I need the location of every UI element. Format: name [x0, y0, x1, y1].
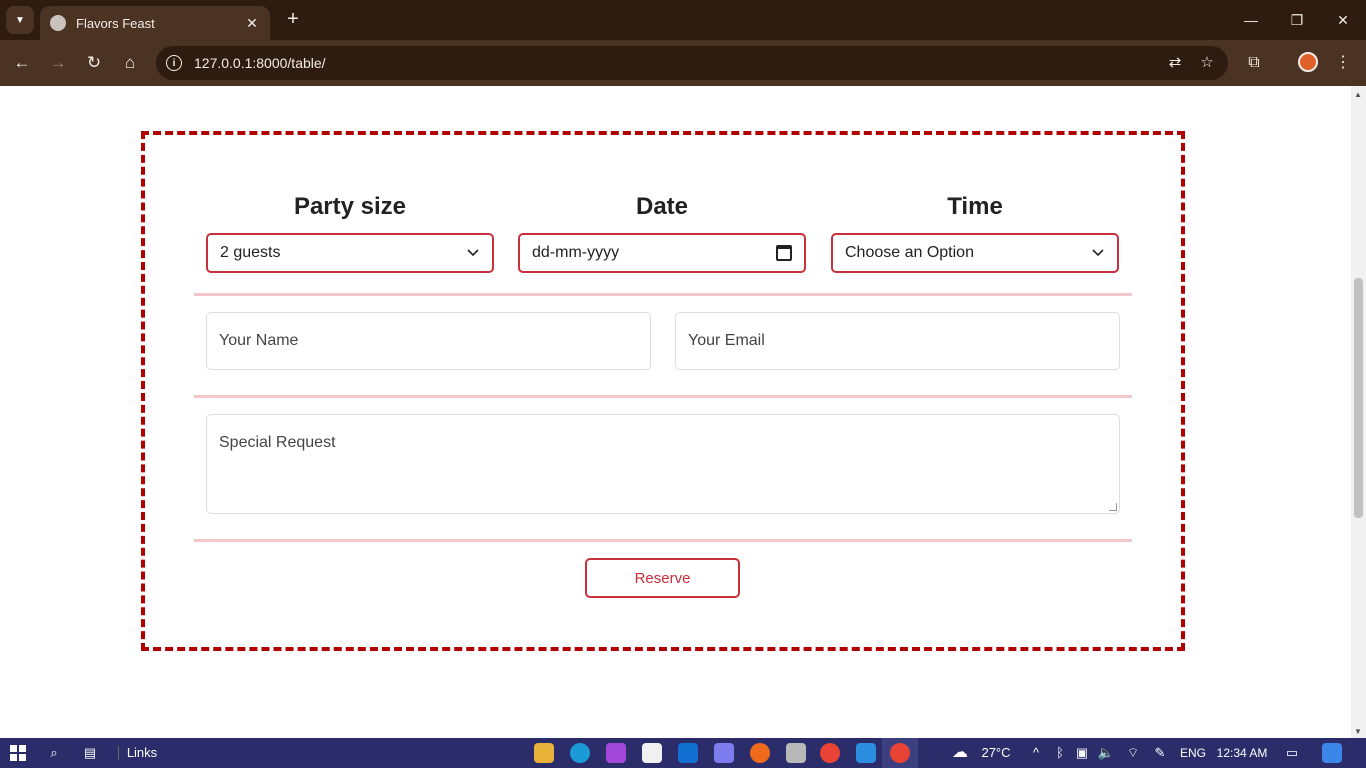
divider	[194, 395, 1132, 398]
time-select[interactable]: Choose an Option	[831, 233, 1119, 273]
browser-toolbar: ← → ↻ ⌂ i 127.0.0.1:8000/table/ ⇄ ☆ ⧉ ⋮	[0, 40, 1366, 86]
special-request-textarea[interactable]: Special Request	[206, 414, 1120, 514]
profile-icon[interactable]	[1298, 52, 1318, 72]
database-icon[interactable]	[786, 743, 806, 763]
reservation-form: Party size 2 guests Date dd-mm-yyyy Time…	[141, 131, 1185, 651]
globe-icon	[50, 15, 66, 31]
menu-icon[interactable]: ⋮	[1331, 51, 1355, 75]
party-size-value: 2 guests	[220, 244, 281, 261]
divider	[194, 539, 1132, 542]
translate-icon[interactable]: ⇄	[1164, 52, 1186, 74]
tab-title: Flavors Feast	[76, 15, 155, 31]
wifi-icon[interactable]: ⌔	[1124, 742, 1142, 764]
party-size-select[interactable]: 2 guests	[206, 233, 494, 273]
firefox-icon[interactable]	[750, 743, 770, 763]
scroll-thumb[interactable]	[1354, 278, 1363, 518]
tab-bar: ▼ Flavors Feast ✕ + — ❐ ✕	[0, 0, 1366, 40]
back-icon[interactable]: ←	[10, 51, 34, 75]
taskbar-separator	[118, 746, 119, 760]
special-request-placeholder: Special Request	[219, 434, 336, 451]
reload-icon[interactable]: ↻	[82, 51, 106, 75]
windows-start-icon[interactable]	[8, 742, 28, 764]
tab-close-icon[interactable]: ✕	[244, 15, 260, 32]
date-placeholder: dd-mm-yyyy	[532, 244, 620, 261]
browser-tab[interactable]: Flavors Feast ✕	[40, 6, 270, 40]
copilot-app-icon[interactable]	[606, 743, 626, 763]
email-input[interactable]: Your Email	[675, 312, 1120, 370]
language-indicator[interactable]: ENG	[1178, 742, 1208, 764]
scroll-down-icon[interactable]: ▼	[1354, 727, 1362, 736]
chevron-down-icon	[466, 246, 480, 260]
reserve-button[interactable]: Reserve	[585, 558, 740, 598]
time-field: Time Choose an Option	[831, 193, 1119, 273]
file-explorer-icon[interactable]	[534, 743, 554, 763]
scroll-up-icon[interactable]: ▲	[1354, 90, 1362, 99]
party-size-field: Party size 2 guests	[206, 193, 494, 273]
time-label: Time	[947, 193, 1003, 220]
name-input[interactable]: Your Name	[206, 312, 651, 370]
chevron-down-icon: ▼	[15, 14, 25, 26]
calendar-icon[interactable]	[776, 245, 792, 261]
email-placeholder: Your Email	[688, 332, 765, 349]
chevron-down-icon	[1091, 246, 1105, 260]
outlook-icon[interactable]	[678, 743, 698, 763]
weather-temp[interactable]: 27°C	[978, 742, 1014, 764]
extensions-icon[interactable]: ⧉	[1242, 51, 1266, 75]
chrome-icon[interactable]	[820, 743, 840, 763]
weather-icon[interactable]: ☁	[946, 742, 974, 764]
site-info-icon[interactable]: i	[166, 55, 182, 71]
star-icon[interactable]: ☆	[1196, 52, 1218, 74]
party-size-label: Party size	[293, 193, 407, 220]
store-icon[interactable]	[642, 743, 662, 763]
forward-icon[interactable]: →	[46, 51, 70, 75]
pen-icon[interactable]: ✎	[1150, 742, 1170, 764]
notifications-icon[interactable]: ▭	[1282, 742, 1302, 764]
volume-icon[interactable]: 🔈	[1096, 742, 1116, 764]
vscode-icon[interactable]	[856, 743, 876, 763]
chrome-active-icon[interactable]	[890, 743, 910, 763]
minimize-button[interactable]: —	[1239, 8, 1263, 32]
new-tab-button[interactable]: +	[282, 8, 304, 30]
name-placeholder: Your Name	[219, 332, 299, 349]
restore-button[interactable]: ❐	[1285, 8, 1309, 32]
windows-taskbar: ⌕ ▤ Links ☁ 27°C ^ ᛒ ▣ 🔈 ⌔ ✎ ENG 12:34 A…	[0, 738, 1366, 768]
date-input[interactable]: dd-mm-yyyy	[518, 233, 806, 273]
divider	[194, 293, 1132, 296]
page-viewport: Party size 2 guests Date dd-mm-yyyy Time…	[0, 86, 1366, 738]
tab-search-button[interactable]: ▼	[6, 6, 34, 34]
clock[interactable]: 12:34 AM	[1214, 742, 1270, 764]
close-window-button[interactable]: ✕	[1331, 8, 1355, 32]
links-toolbar[interactable]: Links	[126, 742, 158, 764]
date-label: Date	[635, 193, 689, 220]
copilot-icon[interactable]	[1322, 743, 1342, 763]
camera-icon[interactable]: ▣	[1074, 742, 1090, 764]
url-text[interactable]: 127.0.0.1:8000/table/	[194, 55, 1164, 71]
chevron-up-icon[interactable]: ^	[1028, 742, 1044, 764]
bluetooth-icon[interactable]: ᛒ	[1052, 742, 1068, 764]
search-icon[interactable]: ⌕	[44, 742, 64, 764]
time-value: Choose an Option	[845, 244, 974, 261]
sparkle-app-icon[interactable]	[714, 743, 734, 763]
edge-icon[interactable]	[570, 743, 590, 763]
home-icon[interactable]: ⌂	[118, 51, 142, 75]
resize-handle-icon[interactable]	[1109, 503, 1117, 511]
page-scrollbar[interactable]: ▲ ▼	[1351, 86, 1366, 738]
task-view-icon[interactable]: ▤	[80, 742, 100, 764]
address-bar[interactable]: i 127.0.0.1:8000/table/ ⇄ ☆	[156, 46, 1228, 80]
date-field: Date dd-mm-yyyy	[518, 193, 806, 273]
